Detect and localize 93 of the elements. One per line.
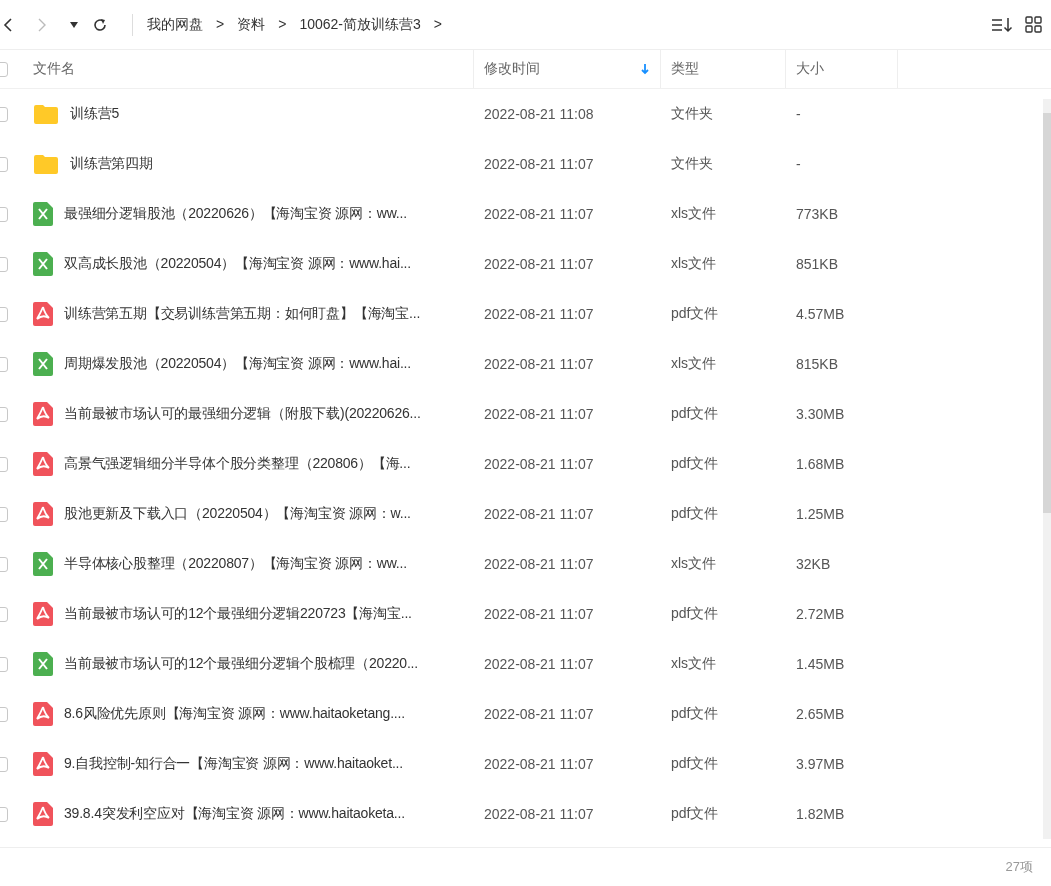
spreadsheet-file-icon [33, 552, 53, 576]
file-name[interactable]: 半导体核心股整理（20220807）【海淘宝资 源网：ww... [64, 555, 407, 573]
file-size: 851KB [796, 256, 839, 272]
file-size: 4.57MB [796, 306, 845, 322]
breadcrumb-separator: > [433, 15, 442, 34]
spreadsheet-file-icon [33, 252, 53, 276]
column-header[interactable]: 文件名 [33, 50, 474, 88]
pdf-file-icon [33, 802, 53, 826]
breadcrumb-link[interactable]: 资料 [237, 15, 266, 34]
column-header[interactable]: 修改时间 [474, 50, 661, 88]
file-type: pdf文件 [671, 405, 719, 421]
spreadsheet-file-icon [33, 652, 53, 676]
scrollbar[interactable] [1043, 99, 1051, 839]
modified-time: 2022-08-21 11:07 [484, 506, 594, 522]
column-header[interactable]: 大小 [786, 50, 898, 88]
breadcrumb-link[interactable]: 10062-简放训练营3 [299, 15, 421, 34]
file-name[interactable]: 39.8.4突发利空应对【海淘宝资 源网：www.haitaoketa... [64, 805, 405, 823]
dropdown-caret-icon[interactable] [70, 21, 78, 28]
file-size: 1.82MB [796, 806, 845, 822]
file-size: - [796, 156, 801, 172]
file-size: 2.72MB [796, 606, 845, 622]
file-type: pdf文件 [671, 755, 719, 771]
file-type: xls文件 [671, 355, 717, 371]
column-header[interactable]: 类型 [661, 50, 786, 88]
pdf-file-icon [33, 302, 53, 326]
file-size: 815KB [796, 356, 839, 372]
file-type: 文件夹 [671, 155, 713, 171]
modified-time: 2022-08-21 11:07 [484, 356, 594, 372]
file-size: 2.65MB [796, 706, 845, 722]
breadcrumb-separator: > [216, 15, 225, 34]
pdf-file-icon [33, 702, 53, 726]
forward-icon[interactable] [36, 16, 48, 33]
pdf-file-icon [33, 402, 53, 426]
grid-view-icon[interactable] [1025, 16, 1042, 33]
modified-time: 2022-08-21 11:07 [484, 806, 594, 822]
pdf-file-icon [33, 752, 53, 776]
file-type: pdf文件 [671, 705, 719, 721]
modified-time: 2022-08-21 11:07 [484, 306, 594, 322]
modified-time: 2022-08-21 11:08 [484, 106, 594, 122]
file-type: pdf文件 [671, 455, 719, 471]
modified-time: 2022-08-21 11:07 [484, 456, 594, 472]
modified-time: 2022-08-21 11:07 [484, 156, 594, 172]
modified-time: 2022-08-21 11:07 [484, 706, 594, 722]
spreadsheet-file-icon [33, 352, 53, 376]
file-type: pdf文件 [671, 505, 719, 521]
file-size: 773KB [796, 206, 839, 222]
file-name[interactable]: 周期爆发股池（20220504）【海淘宝资 源网：www.hai... [64, 355, 411, 373]
file-type: xls文件 [671, 655, 717, 671]
pdf-file-icon [33, 502, 53, 526]
file-name[interactable]: 当前最被市场认可的12个最强细分逻辑个股梳理（20220... [64, 655, 418, 673]
item-count: 27项 [1005, 858, 1033, 876]
file-size: 1.68MB [796, 456, 845, 472]
spreadsheet-file-icon [33, 202, 53, 226]
file-size: - [796, 106, 801, 122]
file-type: xls文件 [671, 205, 717, 221]
file-name[interactable]: 训练营5 [70, 105, 119, 123]
modified-time: 2022-08-21 11:07 [484, 606, 594, 622]
file-size: 1.25MB [796, 506, 845, 522]
breadcrumb-separator: > [278, 15, 287, 34]
file-name[interactable]: 当前最被市场认可的12个最强细分逻辑220723【海淘宝... [64, 605, 412, 623]
pdf-file-icon [33, 602, 53, 626]
modified-time: 2022-08-21 11:07 [484, 206, 594, 222]
file-name[interactable]: 当前最被市场认可的最强细分逻辑（附股下载)(20220626... [64, 405, 421, 423]
modified-time: 2022-08-21 11:07 [484, 656, 594, 672]
file-type: xls文件 [671, 555, 717, 571]
pdf-file-icon [33, 452, 53, 476]
file-name[interactable]: 双高成长股池（20220504）【海淘宝资 源网：www.hai... [64, 255, 411, 273]
file-type: 文件夹 [671, 105, 713, 121]
modified-time: 2022-08-21 11:07 [484, 556, 594, 572]
modified-time: 2022-08-21 11:07 [484, 256, 594, 272]
file-type: pdf文件 [671, 605, 719, 621]
file-size: 3.97MB [796, 756, 845, 772]
sort-icon[interactable] [991, 16, 1013, 33]
back-icon[interactable] [2, 16, 14, 33]
file-size: 1.45MB [796, 656, 845, 672]
file-name[interactable]: 最强细分逻辑股池（20220626）【海淘宝资 源网：ww... [64, 205, 407, 223]
file-name[interactable]: 高景气强逻辑细分半导体个股分类整理（220806）【海... [64, 455, 411, 473]
file-size: 32KB [796, 556, 831, 572]
file-name[interactable]: 训练营第五期【交易训练营第五期：如何盯盘】【海淘宝... [64, 305, 421, 323]
file-name[interactable]: 9.自我控制-知行合一【海淘宝资 源网：www.haitaoket... [64, 755, 403, 773]
file-name[interactable]: 8.6风险优先原则【海淘宝资 源网：www.haitaoketang.... [64, 705, 405, 723]
file-name[interactable]: 训练营第四期 [70, 155, 153, 173]
modified-time: 2022-08-21 11:07 [484, 756, 594, 772]
folder-icon [33, 153, 59, 175]
file-name[interactable]: 股池更新及下载入口（20220504）【海淘宝资 源网：w... [64, 505, 411, 523]
breadcrumb-link[interactable]: 我的网盘 [147, 15, 203, 34]
file-type: pdf文件 [671, 805, 719, 821]
modified-time: 2022-08-21 11:07 [484, 406, 594, 422]
folder-icon [33, 103, 59, 125]
file-type: pdf文件 [671, 305, 719, 321]
file-type: xls文件 [671, 255, 717, 271]
file-size: 3.30MB [796, 406, 845, 422]
refresh-icon[interactable] [92, 16, 108, 33]
